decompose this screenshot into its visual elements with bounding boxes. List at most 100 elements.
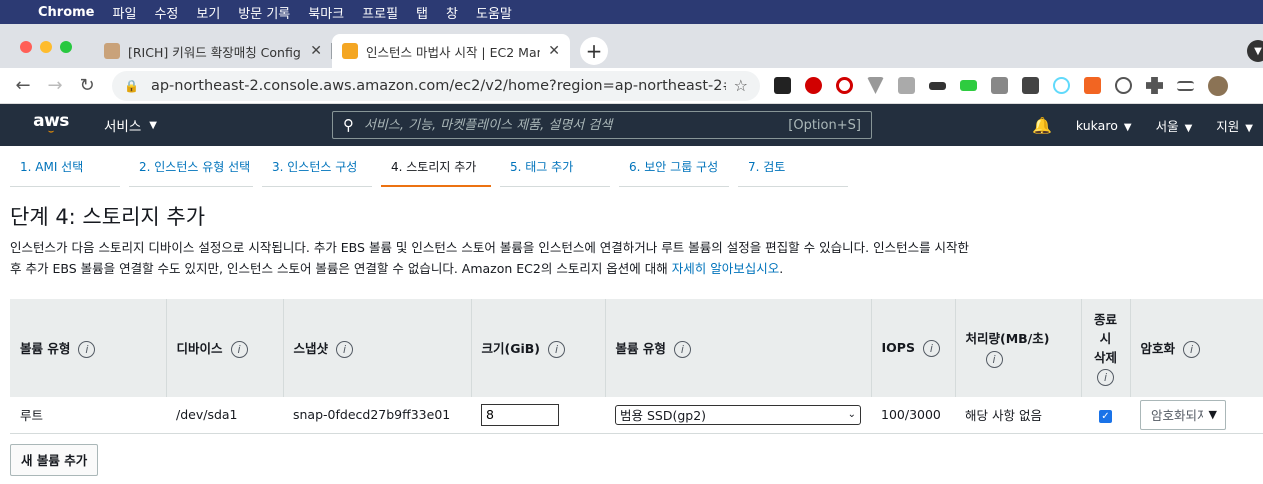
size-input[interactable] [481,403,559,426]
close-tab-icon[interactable]: ✕ [310,43,322,59]
menu-history[interactable]: 방문 기록 [238,3,290,22]
caret-down-icon: ▼ [149,119,157,131]
step-security-group[interactable]: 6. 보안 그룹 구성 [619,154,729,187]
back-icon[interactable]: ← [12,75,34,96]
menu-file[interactable]: 파일 [113,3,137,22]
lock-icon[interactable]: 🔒 [124,79,139,93]
caret-down-icon: ▼ [1123,121,1132,133]
header-device: 디바이스 i [166,299,284,397]
extension-icon[interactable] [991,77,1008,94]
extensions-bar [774,75,1228,96]
wizard-steps: 1. AMI 선택 2. 인스턴스 유형 선택 3. 인스턴스 구성 4. 스토… [0,154,1263,187]
extension-icon[interactable] [1115,77,1132,94]
browser-tab-jira[interactable]: [RICH] 키워드 확장매칭 Config [Ji ✕ [94,34,332,68]
browser-tab-ec2[interactable]: 인스턴스 마법사 시작 | EC2 Manag ✕ [332,34,570,68]
block-icon[interactable] [836,77,853,94]
menu-tab[interactable]: 탭 [416,3,428,22]
cell-iops: 100/3000 [871,397,955,434]
extension-icon[interactable] [898,77,915,94]
react-devtools-icon[interactable] [1053,77,1070,94]
menu-help[interactable]: 도움말 [476,3,512,22]
services-label: 서비스 [104,119,142,135]
zoom-window-button[interactable] [60,41,72,53]
info-icon[interactable]: i [985,351,1003,368]
main-content: 단계 4: 스토리지 추가 인스턴스가 다음 스토리지 디바이스 설정으로 시작… [0,201,1263,476]
header-throughput: 처리량(MB/초) i [955,299,1082,397]
page-description: 인스턴스가 다음 스토리지 디바이스 설정으로 시작됩니다. 추가 EBS 볼륨… [10,240,970,276]
page-title: 단계 4: 스토리지 추가 [10,205,206,229]
extension-icon[interactable] [1022,77,1039,94]
chevron-down-icon: ⌄ [847,409,856,421]
profile-avatar[interactable] [1208,75,1228,96]
info-icon[interactable]: i [922,339,940,357]
caret-down-icon: ▼ [1245,122,1253,134]
header-size: 크기(GiB) i [471,299,606,397]
aws-console-header: aws ⌣ 서비스 ▼ ⚲ [Option+S] 🔔 kukaro▼ 서울▼ 지… [0,104,1263,146]
media-playlist-icon[interactable] [1177,80,1194,91]
notification-bell-icon[interactable]: 🔔 [1032,116,1052,135]
encryption-select[interactable]: 암호화되지 ▼ [1140,399,1226,430]
extension-icon[interactable] [960,80,977,91]
menu-app-name[interactable]: Chrome [38,5,95,20]
caret-down-icon: ▼ [1208,408,1217,422]
aws-cube-icon [342,43,358,59]
step-storage[interactable]: 4. 스토리지 추가 [381,154,491,187]
jira-avatar-icon [104,43,120,59]
search-input[interactable] [363,117,789,133]
incognito-glasses-icon[interactable] [929,81,946,90]
header-ebs-type: 볼륨 유형 i [605,299,872,397]
account-menu[interactable]: kukaro ▼ [1076,118,1132,133]
step-ami[interactable]: 1. AMI 선택 [10,154,120,187]
learn-more-link[interactable]: 자세히 알아보십시오 [672,261,779,276]
extension-icon[interactable] [774,77,791,94]
caret-down-icon: ▼ [1184,122,1193,134]
delete-on-termination-checkbox[interactable]: ✓ [1099,409,1112,423]
address-bar[interactable]: 🔒 ap-northeast-2.console.aws.amazon.com/… [112,70,760,101]
aws-logo[interactable]: aws ⌣ [22,113,80,137]
menu-view[interactable]: 보기 [196,3,220,22]
tab-title: 인스턴스 마법사 시작 | EC2 Manag [366,44,540,60]
header-iops: IOPS i [871,299,956,397]
info-icon[interactable]: i [548,341,565,358]
ublock-icon[interactable] [805,77,822,94]
close-tab-icon[interactable]: ✕ [548,43,560,59]
info-icon[interactable]: i [336,341,354,358]
new-tab-button[interactable]: + [580,37,608,65]
table-header-row: 볼륨 유형 i 디바이스 i 스냅샷 i 크기(GiB) i 볼륨 유형 i IOPS i … [10,299,1263,397]
tab-search-icon[interactable]: ▼ [1247,40,1263,62]
extension-icon[interactable] [1084,77,1101,94]
window-controls [20,41,72,53]
info-icon[interactable]: i [1183,341,1201,358]
info-icon[interactable]: i [1097,369,1114,386]
aws-search-box[interactable]: ⚲ [Option+S] [331,111,872,139]
region-menu[interactable]: 서울 ▼ [1156,116,1193,135]
url-text[interactable]: ap-northeast-2.console.aws.amazon.com/ec… [151,78,726,94]
services-menu[interactable]: 서비스 ▼ [104,115,157,135]
reload-icon[interactable]: ↻ [76,75,98,96]
menu-window[interactable]: 창 [446,3,458,22]
support-menu[interactable]: 지원 ▼ [1216,116,1253,135]
cell-throughput: 해당 사항 없음 [955,397,1081,434]
menu-profiles[interactable]: 프로필 [362,3,398,22]
add-volume-button[interactable]: 새 볼륨 추가 [10,443,99,476]
bookmark-star-icon[interactable]: ☆ [734,76,748,95]
menu-edit[interactable]: 수정 [154,3,178,22]
forward-icon[interactable]: → [44,75,66,96]
step-tags[interactable]: 5. 태그 추가 [500,154,610,187]
volume-type-select[interactable]: 범용 SSD(gp2) ⌄ [615,404,861,425]
close-window-button[interactable] [20,41,32,53]
puzzle-extensions-icon[interactable] [1146,77,1163,94]
search-shortcut: [Option+S] [788,117,861,133]
cell-device: /dev/sda1 [166,397,283,434]
step-configure[interactable]: 3. 인스턴스 구성 [262,154,372,187]
info-icon[interactable]: i [78,341,96,358]
step-review[interactable]: 7. 검토 [738,154,848,187]
info-icon[interactable]: i [673,341,691,358]
minimize-window-button[interactable] [40,41,52,53]
step-instance-type[interactable]: 2. 인스턴스 유형 선택 [129,154,253,187]
menu-bookmarks[interactable]: 북마크 [308,3,344,22]
tab-title: [RICH] 키워드 확장매칭 Config [Ji [128,44,303,60]
header-delete-on-termination: 종료 시 삭제 i [1081,299,1131,397]
info-icon[interactable]: i [230,341,248,358]
vue-devtools-icon[interactable] [867,77,884,94]
